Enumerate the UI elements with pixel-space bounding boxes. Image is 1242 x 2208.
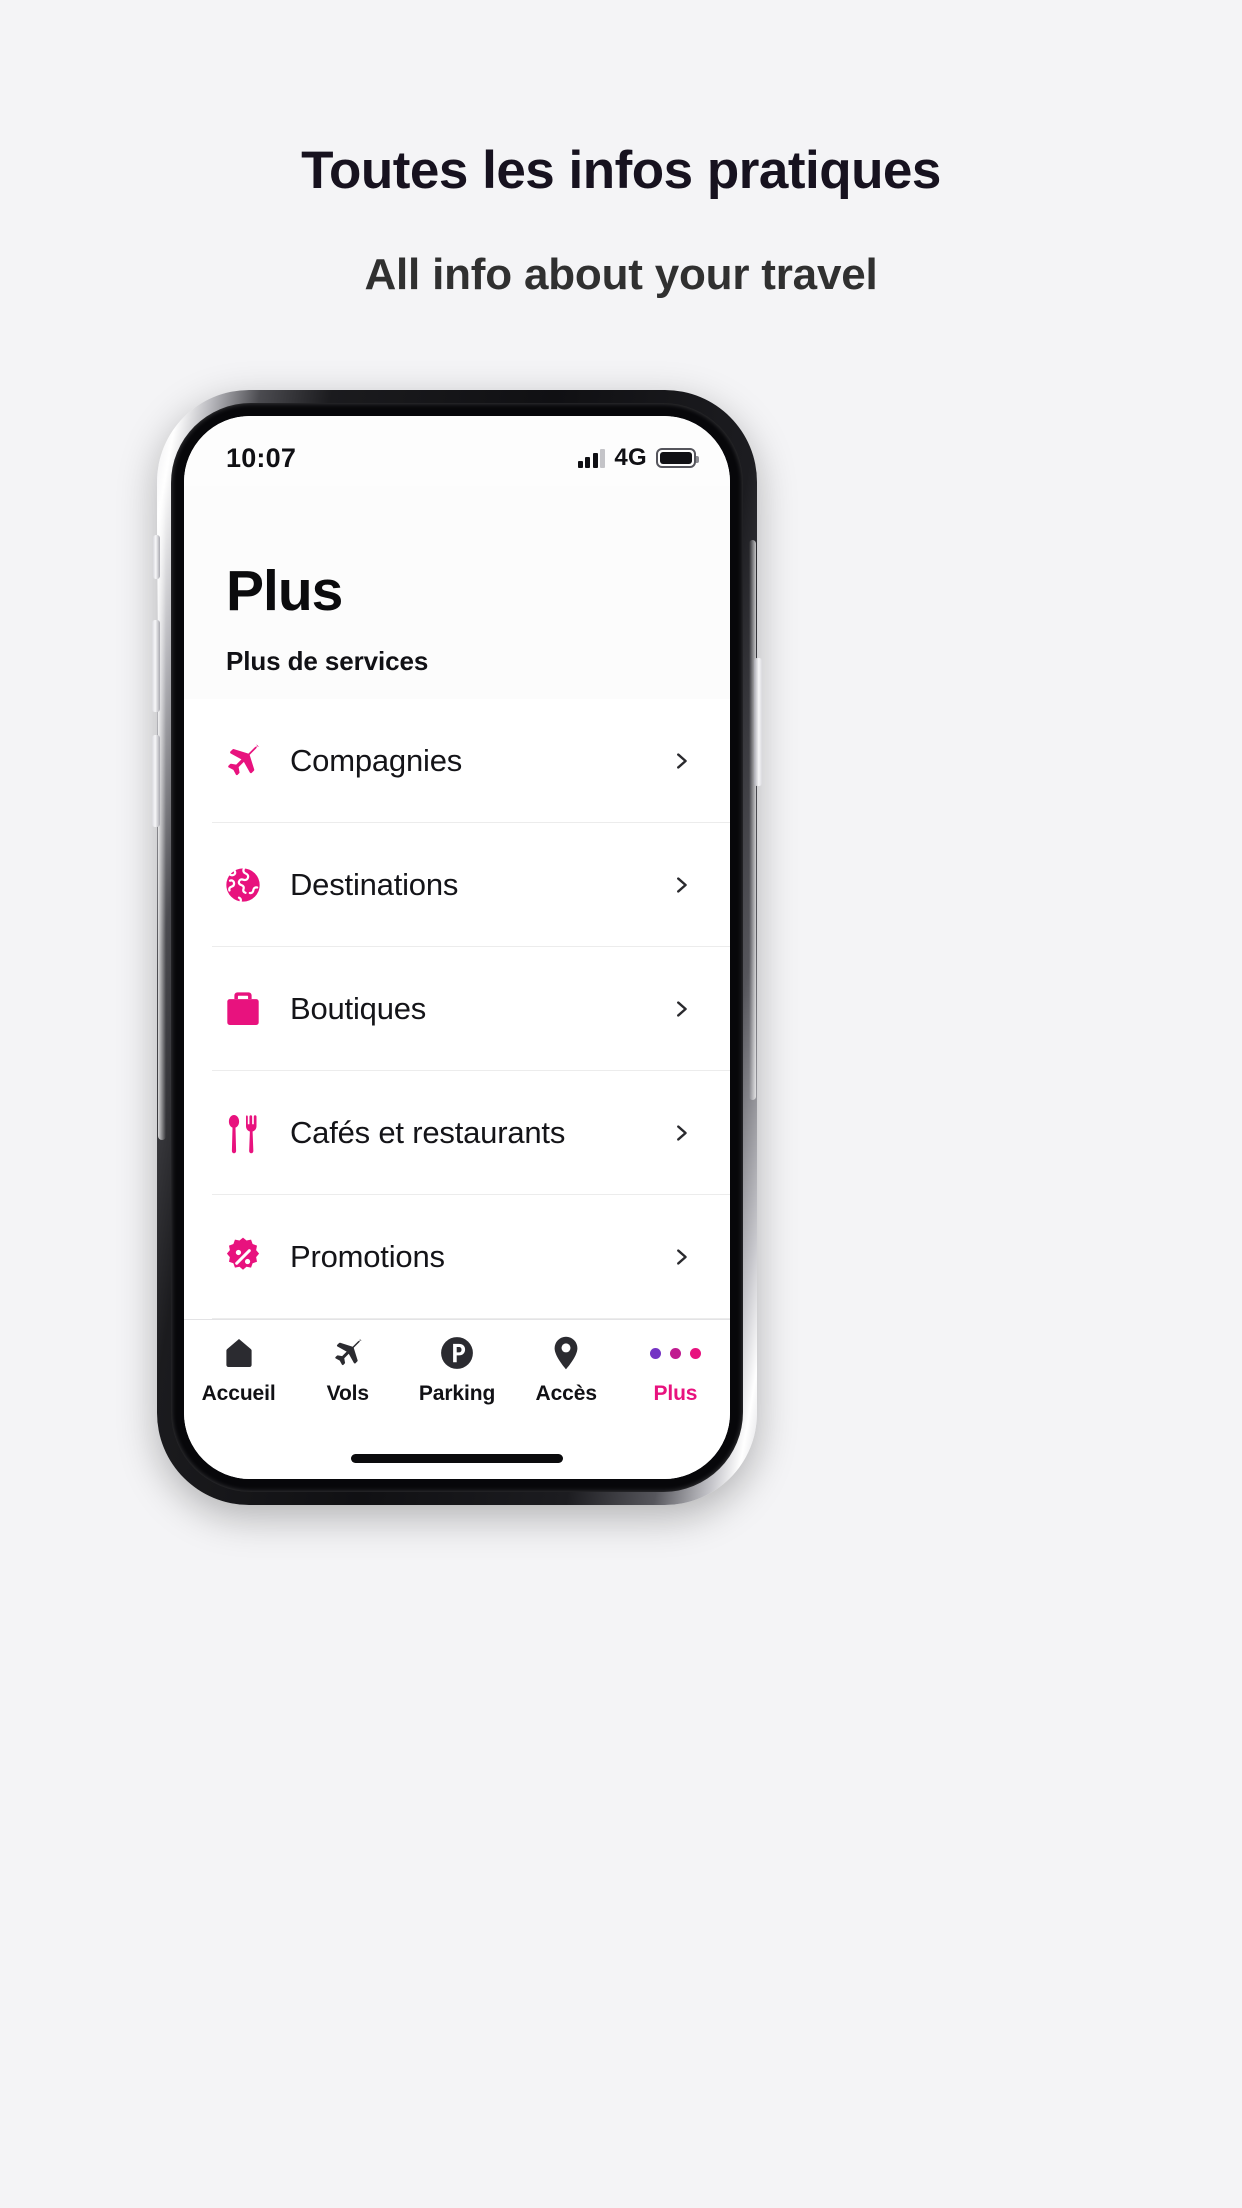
promo-headline-fr: Toutes les infos pratiques (301, 141, 941, 200)
section-heading-more-services: Plus de services (226, 646, 429, 676)
parking-p-icon (439, 1334, 475, 1372)
list-item-label: Boutiques (290, 991, 427, 1026)
tab-label: Plus (653, 1382, 698, 1405)
list-item-destinations[interactable]: Destinations (184, 823, 730, 947)
chevron-right-icon (668, 748, 694, 774)
power-button[interactable] (754, 658, 762, 786)
list-item-label: Promotions (290, 1239, 445, 1274)
tab-acces[interactable]: Accès (512, 1334, 621, 1406)
status-bar: 10:07 4G (184, 416, 730, 486)
battery-full-icon (656, 448, 699, 468)
list-item-label: Destinations (290, 867, 459, 902)
home-icon (222, 1334, 256, 1372)
chevron-right-icon (668, 1120, 694, 1146)
promo-page: Toutes les infos pratiques All info abou… (0, 0, 1242, 2208)
tab-parking[interactable]: Parking (402, 1334, 511, 1406)
services-list: Compagnies Destinations Boutiques Cafés … (184, 699, 730, 1319)
location-pin-icon (550, 1334, 582, 1372)
phone-mockup: 10:07 4G Plus Plus de services Compagnie… (152, 390, 762, 1505)
tab-label: Vols (326, 1382, 369, 1405)
chevron-right-icon (668, 996, 694, 1022)
list-item-boutiques[interactable]: Boutiques (184, 947, 730, 1071)
tab-plus[interactable]: Plus (621, 1334, 730, 1406)
airplane-icon (212, 738, 274, 784)
network-type-label: 4G (614, 444, 647, 471)
phone-screen: 10:07 4G Plus Plus de services Compagnie… (184, 416, 730, 1479)
bottom-tab-bar: Accueil Vols Parking Accès Plus (184, 1319, 730, 1437)
frame-gloss-right (749, 540, 756, 1100)
list-item-label: Cafés et restaurants (290, 1115, 566, 1150)
signal-bars-icon (577, 448, 606, 468)
tab-accueil[interactable]: Accueil (184, 1334, 293, 1406)
tab-label: Accès (535, 1382, 597, 1405)
app-content: Plus Plus de services Compagnies Destina… (184, 486, 730, 1319)
home-indicator[interactable] (184, 1437, 730, 1479)
globe-icon (212, 862, 274, 908)
fork-spoon-icon (212, 1110, 274, 1156)
chevron-right-icon (668, 872, 694, 898)
promo-headline-en: All info about your travel (364, 250, 878, 299)
list-item-label: Compagnies (290, 743, 463, 778)
tab-label: Accueil (201, 1382, 276, 1405)
shopping-bag-icon (212, 986, 274, 1032)
volume-down-button[interactable] (152, 735, 160, 827)
chevron-right-icon (668, 1244, 694, 1270)
ellipsis-icon (649, 1334, 701, 1372)
list-item-promotions[interactable]: Promotions (184, 1195, 730, 1319)
status-indicators: 4G (577, 444, 699, 472)
page-title: Plus (226, 559, 343, 623)
tab-vols[interactable]: Vols (293, 1334, 402, 1406)
volume-up-button[interactable] (152, 620, 160, 712)
list-item-cafes-restaurants[interactable]: Cafés et restaurants (184, 1071, 730, 1195)
mute-switch-button[interactable] (153, 535, 160, 579)
airplane-icon (330, 1334, 366, 1372)
tab-label: Parking (418, 1382, 496, 1405)
list-item-compagnies[interactable]: Compagnies (184, 699, 730, 823)
percent-badge-icon (212, 1234, 274, 1280)
status-time: 10:07 (226, 442, 297, 473)
